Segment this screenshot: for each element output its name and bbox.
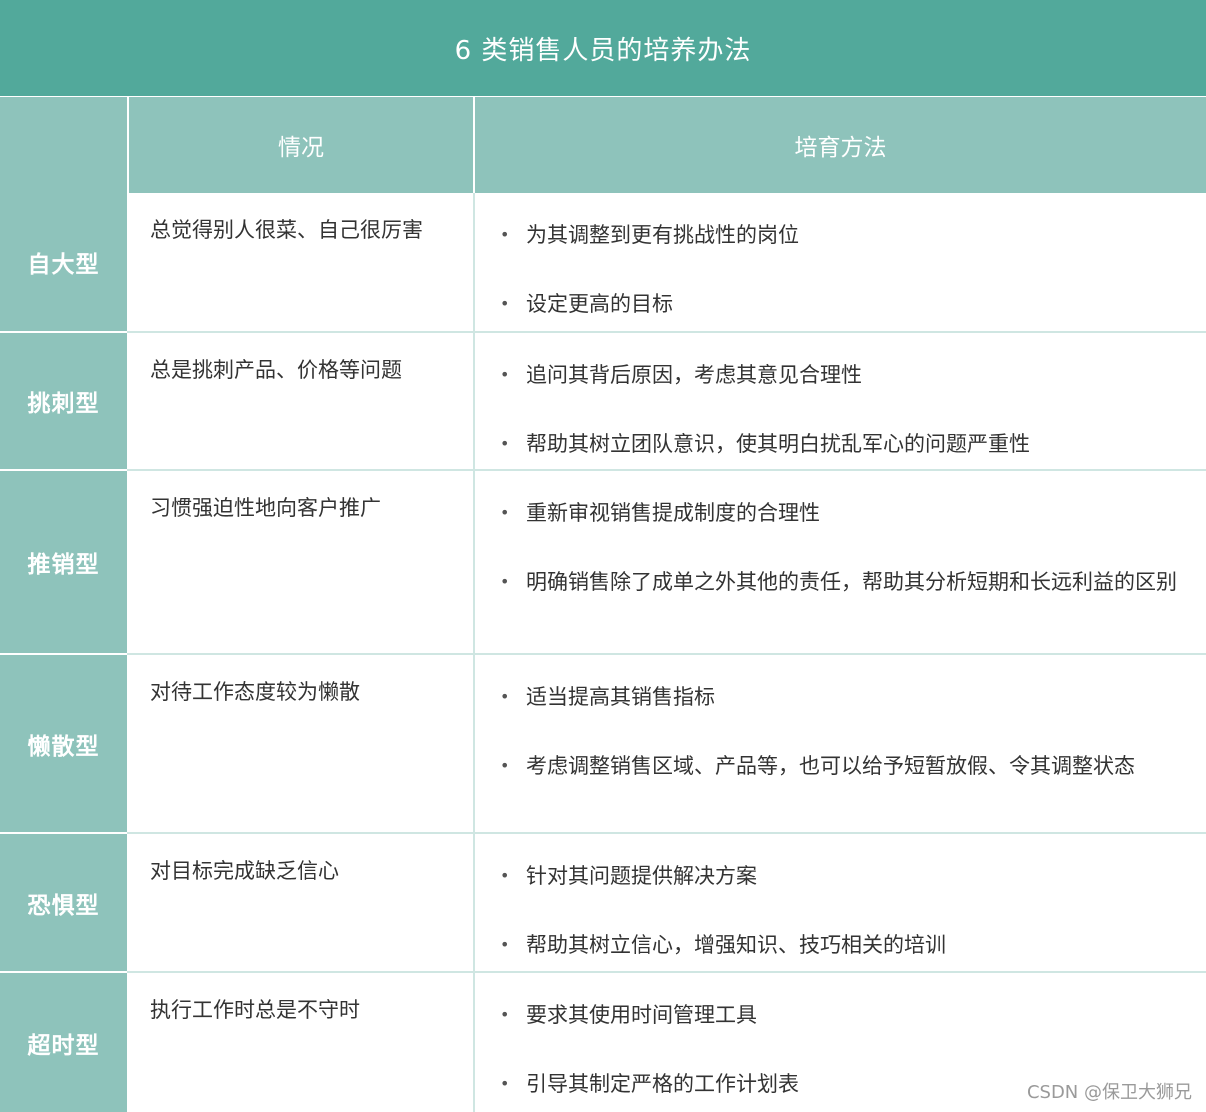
header-method: 培育方法 [794, 134, 887, 161]
method-text: 引导其制定严格的工作计划表 [526, 1072, 799, 1096]
method-item: • 设定更高的目标 [500, 281, 1190, 327]
header-situation: 情况 [278, 134, 324, 161]
method-text: 针对其问题提供解决方案 [526, 864, 757, 888]
bullet-icon: • [500, 294, 510, 313]
method-item: • 帮助其树立信心，增强知识、技巧相关的培训 [500, 922, 1190, 968]
bullet-icon: • [500, 225, 510, 244]
row-situation: 总是挑刺产品、价格等问题 [150, 358, 402, 382]
bullet-icon: • [500, 1074, 510, 1093]
table-row: 挑刺型 总是挑刺产品、价格等问题 • 追问其背后原因，考虑其意见合理性 • 帮助其树… [0, 333, 1206, 469]
row-situation: 对待工作态度较为懒散 [150, 680, 360, 704]
method-text: 明确销售除了成单之外其他的责任，帮助其分析短期和长远利益的区别 [526, 570, 1177, 594]
bullet-icon: • [500, 756, 510, 775]
table-header-row: 情况 培育方法 [0, 96, 1206, 193]
row-type-label: 超时型 [0, 973, 127, 1112]
page: 6 类销售人员的培养办法 情况 培育方法 自大型 总觉得别人很菜、自己很厉害 •… [0, 0, 1206, 1112]
bullet-icon: • [500, 434, 510, 453]
method-text: 考虑调整销售区域、产品等，也可以给予短暂放假、令其调整状态 [526, 754, 1135, 778]
method-text: 帮助其树立信心，增强知识、技巧相关的培训 [526, 933, 946, 957]
method-item: • 重新审视销售提成制度的合理性 [500, 490, 1190, 536]
row-type-label: 挑刺型 [0, 333, 127, 469]
header-type-cell [0, 96, 127, 193]
table-row: 懒散型 对待工作态度较为懒散 • 适当提高其销售指标 • 考虑调整销售区域、产品等，… [0, 655, 1206, 832]
bullet-icon: • [500, 365, 510, 384]
bullet-icon: • [500, 687, 510, 706]
method-list: • 重新审视销售提成制度的合理性 • 明确销售除了成单之外其他的责任，帮助其分析短期… [500, 490, 1190, 605]
method-item: • 明确销售除了成单之外其他的责任，帮助其分析短期和长远利益的区别 [500, 559, 1190, 605]
type-divider [0, 469, 127, 471]
type-divider [0, 971, 127, 973]
row-situation: 总觉得别人很菜、自己很厉害 [150, 218, 423, 242]
table-row: 推销型 习惯强迫性地向客户推广 • 重新审视销售提成制度的合理性 • 明确销售除了成… [0, 471, 1206, 653]
method-item: • 针对其问题提供解决方案 [500, 853, 1190, 899]
bullet-icon: • [500, 935, 510, 954]
method-list: • 追问其背后原因，考虑其意见合理性 • 帮助其树立团队意识，使其明白扰乱军心的问题… [500, 352, 1190, 467]
header-divider [127, 96, 129, 193]
row-divider [127, 331, 1206, 333]
method-text: 要求其使用时间管理工具 [526, 1003, 757, 1027]
header-top-border [0, 96, 1206, 97]
bullet-icon: • [500, 572, 510, 591]
bullet-icon: • [500, 503, 510, 522]
method-list: • 适当提高其销售指标 • 考虑调整销售区域、产品等，也可以给予短暂放假、令其调整状… [500, 674, 1190, 789]
table-row: 恐惧型 对目标完成缺乏信心 • 针对其问题提供解决方案 • 帮助其树立信心，增强知识… [0, 834, 1206, 971]
watermark: CSDN @保卫大狮兄 [1026, 1082, 1192, 1103]
row-type-label: 推销型 [0, 471, 127, 653]
row-divider [127, 832, 1206, 834]
row-divider [127, 971, 1206, 973]
table-title: 6 类销售人员的培养办法 [0, 0, 1206, 96]
method-text: 帮助其树立团队意识，使其明白扰乱军心的问题严重性 [526, 432, 1030, 456]
row-divider [127, 653, 1206, 655]
method-text: 适当提高其销售指标 [526, 685, 715, 709]
row-situation: 习惯强迫性地向客户推广 [150, 496, 381, 520]
table-title-text: 6 类销售人员的培养办法 [454, 35, 752, 66]
row-type-label: 自大型 [0, 193, 127, 331]
header-divider [473, 96, 475, 193]
row-type-label: 懒散型 [0, 655, 127, 832]
method-item: • 为其调整到更有挑战性的岗位 [500, 212, 1190, 258]
row-type-label: 恐惧型 [0, 834, 127, 971]
method-item: • 帮助其树立团队意识，使其明白扰乱军心的问题严重性 [500, 421, 1190, 467]
method-text: 设定更高的目标 [526, 292, 673, 316]
type-divider [0, 331, 127, 333]
type-divider [0, 832, 127, 834]
row-situation: 执行工作时总是不守时 [150, 998, 360, 1022]
row-situation: 对目标完成缺乏信心 [150, 859, 339, 883]
table-row: 超时型 执行工作时总是不守时 • 要求其使用时间管理工具 • 引导其制定严格的工作计… [0, 973, 1206, 1112]
table-row: 自大型 总觉得别人很菜、自己很厉害 • 为其调整到更有挑战性的岗位 • 设定更高的目… [0, 193, 1206, 331]
bullet-icon: • [500, 1005, 510, 1024]
method-item: • 追问其背后原因，考虑其意见合理性 [500, 352, 1190, 398]
method-list: • 为其调整到更有挑战性的岗位 • 设定更高的目标 [500, 212, 1190, 327]
method-text: 为其调整到更有挑战性的岗位 [526, 223, 799, 247]
method-item: • 适当提高其销售指标 [500, 674, 1190, 720]
method-item: • 要求其使用时间管理工具 [500, 992, 1190, 1038]
method-list: • 针对其问题提供解决方案 • 帮助其树立信心，增强知识、技巧相关的培训 [500, 853, 1190, 968]
method-item: • 考虑调整销售区域、产品等，也可以给予短暂放假、令其调整状态 [500, 743, 1190, 789]
method-text: 追问其背后原因，考虑其意见合理性 [526, 363, 862, 387]
type-divider [0, 653, 127, 655]
method-text: 重新审视销售提成制度的合理性 [526, 501, 820, 525]
bullet-icon: • [500, 866, 510, 885]
row-divider [127, 469, 1206, 471]
